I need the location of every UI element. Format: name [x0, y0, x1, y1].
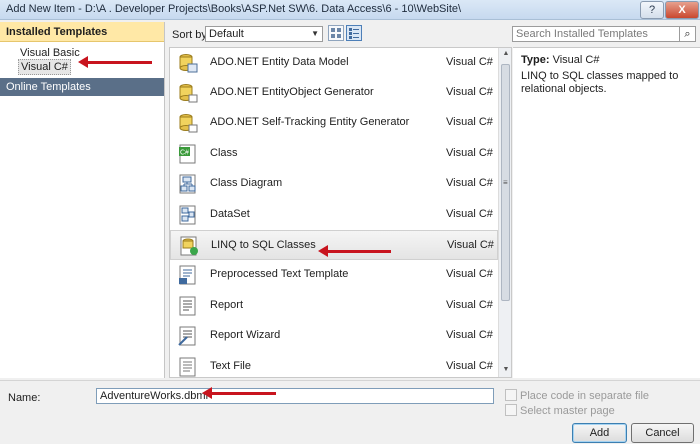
- template-name: LINQ to SQL Classes: [211, 239, 316, 251]
- place-code-checkbox[interactable]: [505, 389, 517, 401]
- template-name: ADO.NET Self-Tracking Entity Generator: [210, 116, 410, 128]
- template-row[interactable]: DataSet Visual C#: [170, 200, 498, 230]
- window-title: Add New Item - D:\A . Developer Projects…: [6, 3, 462, 15]
- online-templates-label: Online Templates: [6, 81, 91, 93]
- description-type: Type: Visual C#: [521, 54, 599, 66]
- text-template-icon: [179, 265, 196, 285]
- template-category: Visual C#: [446, 329, 493, 341]
- installed-templates-label: Installed Templates: [6, 26, 108, 38]
- online-templates-header[interactable]: Online Templates: [0, 78, 164, 96]
- report-icon: [179, 296, 196, 316]
- template-row[interactable]: Class Diagram Visual C#: [170, 169, 498, 199]
- description-type-label: Type:: [521, 54, 550, 66]
- svg-text:C#: C#: [180, 150, 189, 157]
- tree-item-visual-basic[interactable]: Visual Basic: [18, 46, 82, 60]
- template-name: Class: [210, 147, 238, 159]
- sort-by-select[interactable]: Default ▼: [205, 26, 323, 42]
- template-name: DataSet: [210, 208, 250, 220]
- template-name: ADO.NET EntityObject Generator: [210, 86, 374, 98]
- chevron-down-icon: ▼: [311, 29, 319, 38]
- sort-by-value: Default: [209, 28, 244, 40]
- entity-model-icon: [179, 54, 198, 73]
- template-category: Visual C#: [446, 360, 493, 372]
- name-label: Name:: [8, 392, 41, 404]
- template-row[interactable]: ADO.NET Entity Data Model Visual C#: [170, 48, 498, 78]
- template-row[interactable]: Report Visual C#: [170, 291, 498, 321]
- template-row[interactable]: ADO.NET EntityObject Generator Visual C#: [170, 78, 498, 108]
- help-button[interactable]: ?: [640, 1, 664, 19]
- scroll-up-icon[interactable]: ▲: [501, 50, 511, 60]
- search-installed-templates-input[interactable]: Search Installed Templates: [512, 26, 680, 42]
- installed-templates-header[interactable]: Installed Templates: [0, 22, 164, 42]
- description-text: LINQ to SQL classes mapped to relational…: [521, 70, 679, 95]
- list-view-icon: [349, 28, 359, 39]
- template-description-pane: Type: Visual C# LINQ to SQL classes mapp…: [513, 47, 700, 378]
- cancel-button[interactable]: Cancel: [631, 423, 694, 443]
- template-category: Visual C#: [446, 268, 493, 280]
- template-name: Class Diagram: [210, 177, 283, 189]
- template-category: Visual C#: [447, 239, 494, 251]
- template-row[interactable]: C# Class Visual C#: [170, 139, 498, 169]
- template-row[interactable]: Report Wizard Visual C#: [170, 321, 498, 351]
- master-page-checkbox[interactable]: [505, 404, 517, 416]
- scroll-down-icon[interactable]: ▼: [501, 366, 511, 376]
- template-row-selected[interactable]: LINQ to SQL Classes Visual C#: [170, 230, 498, 260]
- template-category: Visual C#: [446, 208, 493, 220]
- dialog-footer: Name: AdventureWorks.dbml Place code in …: [0, 380, 700, 444]
- template-name: Text File: [210, 360, 251, 372]
- template-category: Visual C#: [446, 177, 493, 189]
- annotation-arrow-icon: [202, 387, 276, 399]
- template-row[interactable]: ADO.NET Self-Tracking Entity Generator V…: [170, 108, 498, 138]
- template-name: Preprocessed Text Template: [210, 268, 349, 280]
- template-category: Visual C#: [446, 116, 493, 128]
- list-view-button[interactable]: [346, 25, 362, 41]
- text-file-icon: [179, 357, 196, 377]
- medium-icons-view-button[interactable]: [328, 25, 344, 41]
- description-type-value: Visual C#: [552, 54, 600, 66]
- class-icon: C#: [179, 144, 196, 164]
- close-button[interactable]: X: [665, 1, 699, 19]
- name-input[interactable]: AdventureWorks.dbml: [96, 388, 494, 404]
- template-name: Report: [210, 299, 244, 311]
- template-category: Visual C#: [446, 299, 493, 311]
- grid-view-icon: [331, 28, 341, 38]
- template-category: Visual C#: [446, 56, 493, 68]
- add-button[interactable]: Add: [572, 423, 627, 443]
- master-page-label: Select master page: [520, 405, 615, 417]
- template-category: Visual C#: [446, 147, 493, 159]
- annotation-arrow-icon: [318, 245, 391, 257]
- self-tracking-generator-icon: [179, 114, 198, 133]
- template-list: ADO.NET Entity Data Model Visual C# ADO.…: [169, 47, 512, 378]
- tree-item-visual-csharp[interactable]: Visual C#: [18, 59, 71, 75]
- template-name: ADO.NET Entity Data Model: [210, 56, 349, 68]
- place-code-label: Place code in separate file: [520, 390, 650, 402]
- template-list-scrollbar[interactable]: ▲ ≡ ▼: [498, 48, 511, 377]
- template-categories-pane: Installed Templates Visual Basic Visual …: [0, 22, 165, 378]
- dataset-icon: [179, 205, 196, 225]
- annotation-arrow-icon: [78, 56, 152, 68]
- template-row[interactable]: Text File Visual C#: [170, 352, 498, 377]
- report-wizard-icon: [178, 326, 196, 346]
- template-name: Report Wizard: [210, 329, 281, 341]
- template-category: Visual C#: [446, 86, 493, 98]
- template-row[interactable]: Preprocessed Text Template Visual C#: [170, 260, 498, 290]
- linq-to-sql-icon: [180, 236, 198, 256]
- add-new-item-dialog: Add New Item - D:\A . Developer Projects…: [0, 0, 700, 444]
- grip-icon: ≡: [503, 178, 508, 187]
- class-diagram-icon: [179, 174, 196, 194]
- entity-generator-icon: [179, 84, 198, 103]
- search-icon[interactable]: ⌕: [680, 26, 696, 42]
- title-bar: Add New Item - D:\A . Developer Projects…: [0, 0, 700, 20]
